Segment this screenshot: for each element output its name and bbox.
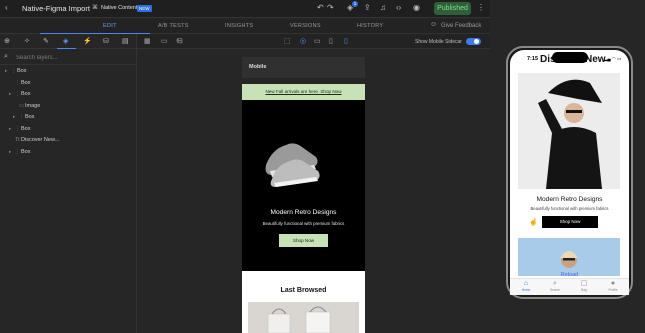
- last-browsed-title[interactable]: Last Browsed: [242, 287, 365, 294]
- layer-label: Image: [25, 102, 41, 109]
- phone-second-image[interactable]: [518, 238, 620, 276]
- layers-icon[interactable]: ◈: [63, 37, 68, 45]
- grid-view-icon[interactable]: ▦: [144, 37, 151, 45]
- layer-search: ⌕: [0, 51, 137, 65]
- interactions-icon[interactable]: ⚡: [83, 37, 92, 45]
- tab-versions[interactable]: VERSIONS: [290, 23, 321, 29]
- layer-row[interactable]: ▸ ⋮Box: [5, 68, 26, 79]
- tab-insights[interactable]: INSIGHTS: [225, 23, 253, 29]
- target-icon[interactable]: ◎: [300, 37, 306, 45]
- bell-icon[interactable]: ♫: [380, 3, 386, 12]
- phone-hero-title: Modern Retro Designs: [536, 196, 603, 203]
- tab-bar: EDIT A/B TESTS INSIGHTS VERSIONS HISTORY…: [0, 19, 490, 34]
- layer-label: Box: [21, 79, 31, 86]
- layer-label: Box: [21, 91, 31, 97]
- preview-eye-icon[interactable]: ◉: [413, 3, 420, 12]
- app-window: ‹ Native-Figma Import ⌘ Native Content N…: [0, 0, 645, 333]
- tab-edit[interactable]: EDIT: [103, 23, 117, 29]
- project-name[interactable]: Native-Figma Import: [22, 4, 90, 13]
- layer-label: Box: [25, 114, 35, 120]
- promo-text[interactable]: New Fall arrivals are here. Shop Now: [242, 89, 365, 94]
- hero-title[interactable]: Modern Retro Designs: [242, 209, 365, 216]
- code-icon[interactable]: ‹›: [396, 3, 401, 12]
- more-menu-icon[interactable]: ⋮: [477, 3, 485, 12]
- drop-icon[interactable]: ♁: [175, 37, 180, 44]
- spacing-icon[interactable]: ▭: [161, 37, 168, 45]
- search-icon: ⌕: [553, 280, 557, 287]
- phone-tab-bag[interactable]: ▢ Bag: [572, 280, 596, 292]
- layer-label: Box: [21, 125, 31, 132]
- undo-icon[interactable]: ↶: [317, 3, 324, 12]
- phone-hero-image[interactable]: [518, 73, 620, 189]
- layer-row[interactable]: ▸ ⋮Box: [9, 91, 30, 102]
- phone-shop-now-button[interactable]: Shop Now: [542, 216, 598, 228]
- bag-icon: ▢: [580, 280, 588, 287]
- status-time: 7:15: [527, 56, 539, 62]
- status-icons: ▂▄ ◠ ▭: [604, 56, 622, 61]
- phone-tab-search[interactable]: ⌕ Search: [543, 280, 567, 292]
- layers-panel: ⊕ ✧ ✎ ◈ ⚡ ⛁ ▤ ⌕ ▸⋮Box⋮Box▸⋮Box▭Image▸⋮Bo…: [0, 34, 137, 333]
- published-button[interactable]: Published: [434, 2, 471, 15]
- search-layers-input[interactable]: [16, 53, 131, 63]
- new-badge: NEW: [137, 5, 152, 12]
- notification-count-badge: 1: [352, 1, 358, 7]
- hero-subtitle[interactable]: Beautifully functional with premium fabr…: [242, 221, 365, 226]
- layer-label: Box: [21, 148, 31, 155]
- model-photo: [518, 73, 620, 189]
- phone-tab-home[interactable]: ⌂ Home: [514, 280, 538, 292]
- tablet-icon[interactable]: ▯: [329, 37, 333, 45]
- browsed-product-image[interactable]: [248, 302, 359, 333]
- home-icon: ⌂: [523, 280, 529, 287]
- phone-hero-subtitle: Beautifully functional with premium fabr…: [530, 206, 609, 211]
- style-icon[interactable]: ✎: [43, 37, 49, 45]
- give-feedback-link[interactable]: Give Feedback: [441, 23, 481, 29]
- tab-ab-tests[interactable]: A/B TESTS: [158, 23, 189, 29]
- phone-tab-label: Bag: [581, 288, 587, 292]
- shop-now-button[interactable]: Shop Now: [279, 234, 328, 247]
- tab-history[interactable]: HISTORY: [357, 23, 383, 29]
- feedback-icon: ☺: [430, 21, 438, 28]
- layer-row[interactable]: ⋮Box: [9, 80, 30, 91]
- add-element-icon[interactable]: ⊕: [4, 37, 10, 45]
- woman-photo: [518, 238, 620, 276]
- mobile-icon[interactable]: ▯: [344, 37, 348, 45]
- cursor-select-icon[interactable]: ⬚: [284, 37, 291, 45]
- top-bar: ‹ Native-Figma Import ⌘ Native Content N…: [0, 0, 490, 18]
- layer-label: Box: [17, 68, 27, 74]
- search-icon: ⌕: [4, 53, 8, 60]
- layer-row[interactable]: ▸ ⋮Box: [9, 126, 30, 137]
- layer-row[interactable]: ▸ ⋮Box: [13, 114, 34, 125]
- toggle-knob: [474, 39, 479, 44]
- panel-toolbar: ⊕ ✧ ✎ ◈ ⚡ ⛁ ▤: [0, 34, 137, 49]
- active-panel-indicator: [57, 48, 76, 49]
- magic-tools-icon[interactable]: ✧: [24, 37, 30, 45]
- layer-label: Discover New...: [21, 137, 60, 143]
- phone-tab-label: Home: [521, 288, 531, 292]
- layer-row[interactable]: ▸ ⋮Box: [9, 149, 30, 160]
- bags-illustration: [267, 306, 331, 333]
- layer-row[interactable]: ▭Image: [13, 103, 40, 114]
- dynamic-island: [552, 52, 588, 63]
- phone-tab-label: Search: [549, 288, 561, 292]
- frame-label: Mobile: [249, 64, 267, 70]
- pointer-cursor-icon: ☝: [529, 219, 538, 226]
- content-label[interactable]: Native Content: [101, 5, 137, 11]
- data-icon[interactable]: ⛁: [103, 37, 109, 45]
- content-icon: ⌘: [92, 5, 98, 11]
- phone-tab-profile[interactable]: ● Profile: [601, 280, 625, 292]
- desktop-icon[interactable]: ▭: [314, 37, 321, 45]
- sneakers-image[interactable]: [262, 135, 322, 187]
- profile-icon: ●: [610, 280, 616, 287]
- share-icon[interactable]: ⇪: [364, 3, 371, 12]
- back-arrow-icon[interactable]: ‹: [5, 3, 8, 12]
- redo-icon[interactable]: ↷: [327, 3, 334, 12]
- layer-row[interactable]: Tt Discover New...: [9, 137, 59, 148]
- phone-tab-label: Profile: [608, 288, 618, 292]
- comments-icon[interactable]: ▤: [122, 37, 129, 45]
- mobile-sidecar-label: Show Mobile Sidecar: [415, 39, 462, 45]
